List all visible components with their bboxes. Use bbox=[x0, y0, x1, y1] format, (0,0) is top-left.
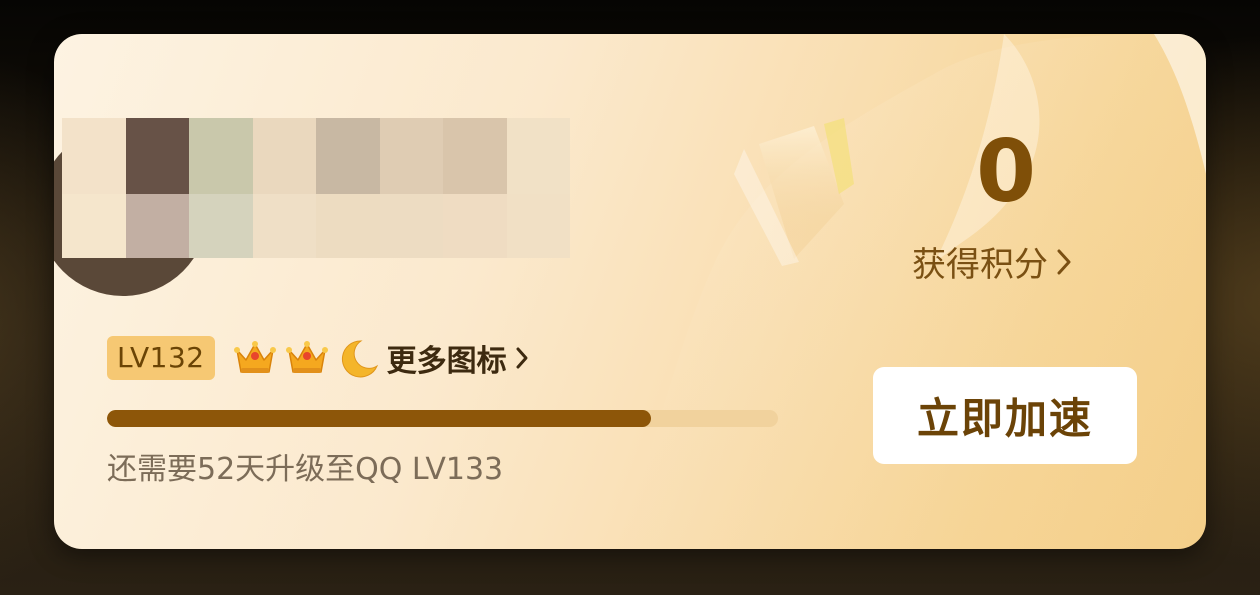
mosaic-tile bbox=[316, 194, 380, 258]
points-label: 获得积分 bbox=[912, 245, 1048, 285]
mosaic-tile bbox=[125, 194, 189, 258]
points-link[interactable]: 获得积分 bbox=[912, 237, 1072, 286]
mosaic-tile bbox=[252, 194, 316, 258]
level-progress-bar bbox=[107, 410, 778, 427]
mosaic-tile bbox=[506, 118, 570, 194]
crown-icon bbox=[233, 341, 276, 373]
points-value: 0 bbox=[976, 122, 1036, 222]
chevron-right-icon bbox=[1057, 249, 1071, 274]
upgrade-hint: 还需要52天升级至QQ LV133 bbox=[107, 452, 504, 487]
mosaic-tile bbox=[62, 194, 126, 258]
mosaic-tile bbox=[379, 194, 443, 258]
mosaic-tile bbox=[125, 118, 189, 194]
mosaic-tile bbox=[379, 118, 443, 194]
mosaic-tile bbox=[506, 194, 570, 258]
level-badge: LV132 bbox=[107, 336, 215, 380]
username-redacted bbox=[62, 118, 570, 258]
mosaic-tile bbox=[443, 194, 507, 258]
mosaic-tile bbox=[189, 194, 253, 258]
moon-icon bbox=[341, 340, 378, 378]
level-row: LV132 更多图标 bbox=[107, 335, 529, 381]
mosaic-tile bbox=[62, 118, 126, 194]
speed-up-button[interactable]: 立即加速 bbox=[873, 367, 1137, 464]
mosaic-tile bbox=[189, 118, 253, 194]
more-icons-link[interactable]: 更多图标 bbox=[387, 336, 529, 380]
mosaic-tile bbox=[252, 118, 316, 194]
level-icons[interactable] bbox=[233, 338, 379, 378]
membership-card: LV132 更多图标 还需要52天升级至QQ LV133 0 获得积分 立即加速 bbox=[54, 34, 1206, 549]
chevron-right-icon bbox=[516, 347, 528, 369]
mosaic-tile bbox=[316, 118, 380, 194]
mosaic-tile bbox=[443, 118, 507, 194]
crown-icon bbox=[285, 341, 328, 373]
more-icons-label: 更多图标 bbox=[386, 344, 507, 379]
level-progress-fill bbox=[107, 410, 651, 427]
